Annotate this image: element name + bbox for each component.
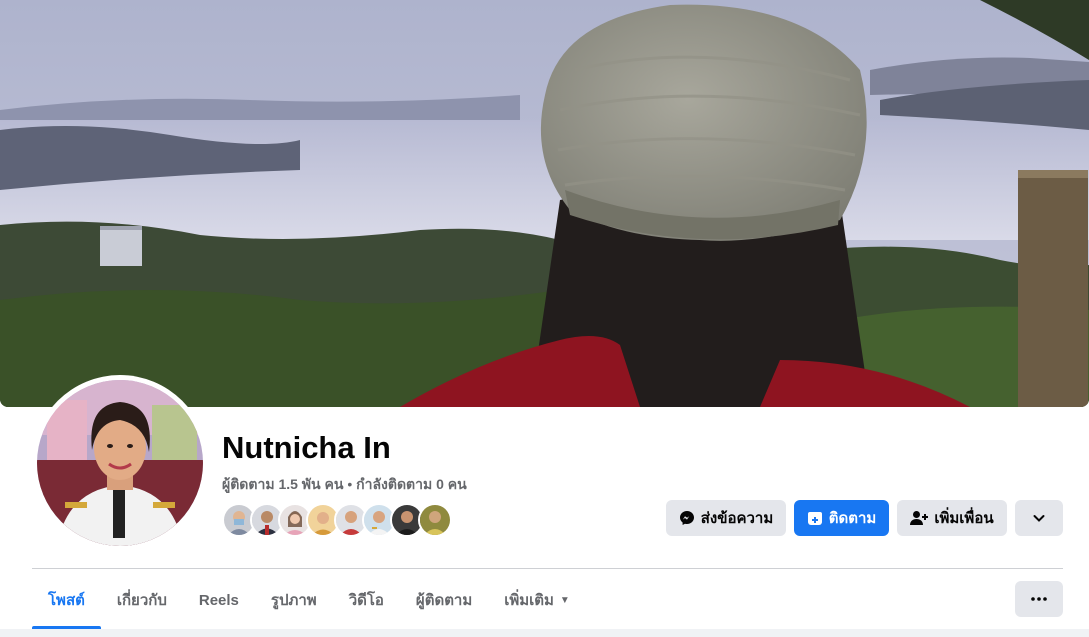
profile-avatar[interactable] [37, 380, 203, 546]
friend-avatar[interactable] [418, 503, 452, 537]
follow-button[interactable]: ติดตาม [794, 500, 889, 536]
message-button[interactable]: ส่งข้อความ [666, 500, 786, 536]
messenger-icon [679, 511, 694, 525]
tab-label: วิดีโอ [348, 592, 384, 609]
tab-videos[interactable]: วิดีโอ [333, 571, 400, 629]
friends-preview[interactable] [222, 503, 452, 537]
more-dots-icon [1031, 597, 1047, 601]
message-button-label: ส่งข้อความ [700, 510, 774, 527]
stats-separator: • [343, 476, 357, 492]
add-friend-button-label: เพิ่มเพื่อน [934, 510, 994, 527]
profile-stats: ผู้ติดตาม 1.5 พัน คน • กำลังติดตาม 0 คน [222, 474, 467, 496]
cover-photo[interactable] [0, 0, 1089, 407]
tab-photos[interactable]: รูปภาพ [255, 571, 333, 629]
tabs-divider [32, 568, 1063, 569]
tab-posts[interactable]: โพสต์ [32, 571, 101, 629]
followers-link[interactable]: ผู้ติดตาม 1.5 พัน คน [222, 476, 343, 492]
add-friend-icon [910, 511, 929, 525]
tab-label: Reels [198, 591, 239, 609]
tab-label: รูปภาพ [270, 592, 317, 609]
more-options-button[interactable] [1015, 581, 1063, 617]
tab-followers[interactable]: ผู้ติดตาม [400, 571, 488, 629]
cover-photo-illustration [0, 0, 1089, 407]
caret-down-icon: ▼ [559, 594, 570, 606]
chevron-down-icon [1033, 515, 1045, 522]
tab-about[interactable]: เกี่ยวกับ [101, 571, 183, 629]
following-link[interactable]: กำลังติดตาม 0 คน [356, 476, 467, 492]
tab-more[interactable]: เพิ่มเติม ▼ [488, 571, 586, 629]
tab-label: โพสต์ [48, 592, 85, 609]
profile-avatar-illustration [37, 380, 203, 546]
profile-tabs: โพสต์ เกี่ยวกับ Reels รูปภาพ วิดีโอ ผู้ต… [32, 571, 586, 629]
tab-label: เพิ่มเติม [504, 592, 554, 609]
tab-label: ผู้ติดตาม [415, 592, 473, 609]
profile-name: Nutnicha In [222, 430, 391, 465]
follow-button-label: ติดตาม [828, 510, 877, 527]
profile-options-dropdown[interactable] [1015, 500, 1063, 536]
add-friend-button[interactable]: เพิ่มเพื่อน [897, 500, 1007, 536]
follow-plus-icon [807, 512, 822, 525]
tab-reels[interactable]: Reels [183, 571, 255, 629]
page-background-strip [0, 629, 1089, 637]
tab-label: เกี่ยวกับ [116, 592, 167, 609]
